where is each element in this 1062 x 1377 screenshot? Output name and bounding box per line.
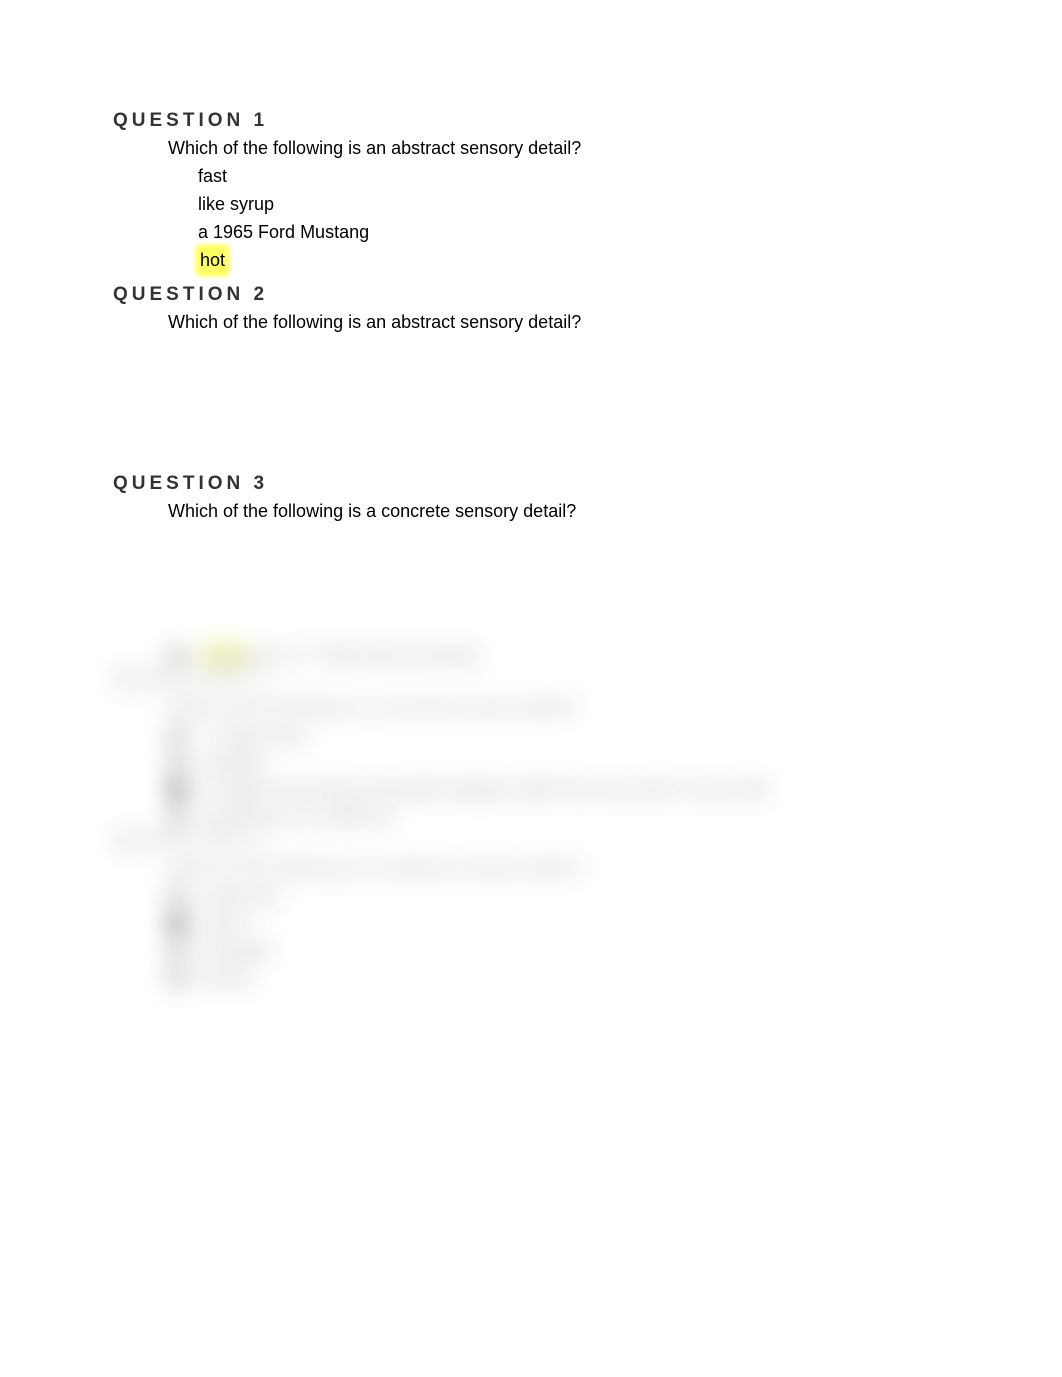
option-text: a 1965 Ford Mustang bbox=[198, 219, 369, 246]
option-marker-icon bbox=[168, 223, 188, 243]
option-row: hot bbox=[168, 247, 962, 274]
option-marker-icon bbox=[168, 195, 188, 215]
question-2: QUESTION 2 Which of the following is an … bbox=[113, 284, 962, 333]
question-prompt: Which of the following is an abstract se… bbox=[168, 138, 962, 159]
question-1: QUESTION 1 Which of the following is an … bbox=[113, 110, 962, 274]
option-text-highlighted: hot bbox=[198, 247, 227, 274]
question-3: QUESTION 3 Which of the following is a c… bbox=[113, 473, 962, 522]
question-title: QUESTION 3 bbox=[113, 473, 962, 495]
option-text: fast bbox=[198, 163, 227, 190]
question-title: QUESTION 1 bbox=[113, 110, 962, 132]
option-row: a 1965 Ford Mustang bbox=[168, 219, 962, 246]
blurred-preview-region: rolling over a 7" Mid-sized mountain QUE… bbox=[113, 642, 962, 991]
option-row: fast bbox=[168, 163, 962, 190]
option-marker-icon bbox=[168, 251, 188, 271]
option-row: like syrup bbox=[168, 191, 962, 218]
question-prompt: Which of the following is a concrete sen… bbox=[168, 501, 962, 522]
question-prompt: Which of the following is an abstract se… bbox=[168, 312, 962, 333]
question-title: QUESTION 2 bbox=[113, 284, 962, 306]
option-marker-icon bbox=[168, 167, 188, 187]
option-text: like syrup bbox=[198, 191, 274, 218]
